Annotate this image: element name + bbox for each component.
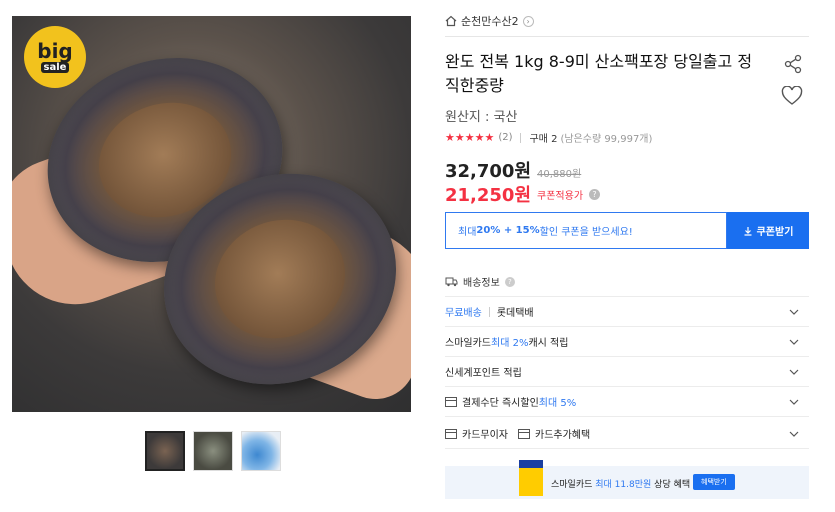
banner-text-prefix: 스마일카드: [551, 480, 596, 490]
shipping-row-delivery[interactable]: 무료배송 롯데택배: [445, 297, 809, 327]
card-installment-label: 카드무이자: [462, 430, 508, 441]
info-icon[interactable]: ?: [504, 276, 515, 287]
shipping-row-card-benefits[interactable]: 카드무이자 카드추가혜택: [445, 419, 809, 449]
thumbnail-2[interactable]: [193, 431, 233, 471]
card-icon: [445, 396, 457, 407]
chevron-down-icon: [789, 431, 799, 437]
payment-discount-rate: 최대 5%: [538, 398, 577, 409]
sale-price: 32,700원: [445, 161, 532, 182]
chevron-down-icon: [789, 309, 799, 315]
banner-benefit-button[interactable]: 혜택받기: [693, 474, 735, 490]
banner-text-suffix: 상당 혜택: [651, 480, 691, 490]
separator: [520, 132, 522, 143]
shipping-info-label: 배송정보: [463, 278, 500, 289]
coupon-price: 21,250원: [445, 185, 532, 206]
coupon-price-label: 쿠폰적용가: [537, 190, 584, 202]
purchase-count: 구매 2: [529, 134, 558, 145]
smilecard-label: 스마일카드: [445, 338, 491, 349]
store-name: 순천만수산2: [461, 15, 519, 28]
card-extra-benefit-label: 카드추가혜택: [535, 430, 591, 441]
origin-info: 원산지 : 국산: [445, 110, 518, 125]
chevron-down-icon: [789, 399, 799, 405]
get-coupon-label: 쿠폰받기: [756, 227, 794, 238]
free-shipping-label: 무료배송: [445, 308, 482, 319]
heart-icon[interactable]: [781, 86, 803, 106]
download-icon: [744, 226, 752, 236]
banner-text-blue: 최대 11.8만원: [595, 480, 652, 490]
price-row: 32,700원 40,880원: [445, 157, 581, 183]
remaining-stock: (남은수량 99,997개): [560, 134, 653, 145]
coupon-info-box: 최대 20% + 15% 할인 쿠폰을 받으세요!: [445, 212, 727, 249]
share-icon[interactable]: [783, 54, 803, 74]
thumbnail-3[interactable]: [241, 431, 281, 471]
coupon-price-row: 21,250원 쿠폰적용가 ?: [445, 181, 601, 207]
payment-discount-label: 결제수단 즉시할인: [462, 398, 539, 409]
divider: [445, 36, 809, 37]
coupon-text-suffix: 할인 쿠폰을 받으세요!: [539, 227, 633, 238]
info-icon[interactable]: ?: [589, 188, 601, 200]
shinsegae-label: 신세계포인트 적립: [445, 368, 522, 379]
coupon-text-bold: 20% + 15%: [476, 225, 540, 236]
product-title: 완도 전복 1kg 8-9미 산소팩포장 당일출고 정직한중량: [445, 52, 753, 95]
store-link[interactable]: 순천만수산2 ›: [445, 12, 534, 30]
original-price: 40,880원: [537, 169, 582, 180]
get-coupon-button[interactable]: 쿠폰받기: [727, 212, 809, 249]
rating-stars: ★★★★★: [445, 131, 495, 144]
badge-big-text: big: [37, 39, 73, 63]
badge-sale-text: sale: [40, 62, 70, 73]
truck-icon: [445, 277, 458, 286]
shipping-row-payment-discount[interactable]: 결제수단 즉시할인 최대 5%: [445, 387, 809, 417]
review-count[interactable]: (2): [498, 132, 512, 143]
card-icon: [518, 428, 530, 439]
smilecard-icon: [519, 460, 543, 496]
shipping-info-header: 배송정보 ?: [445, 267, 809, 297]
shipping-row-shinsegae[interactable]: 신세계포인트 적립: [445, 357, 809, 387]
smilecard-suffix: 캐시 적립: [528, 338, 569, 349]
chevron-down-icon: [789, 339, 799, 345]
banner-text: 스마일카드 최대 11.8만원 상당 혜택: [551, 477, 690, 490]
chevron-down-icon: [789, 369, 799, 375]
rating-row: ★★★★★ (2) 구매 2 (남은수량 99,997개): [445, 130, 652, 145]
home-icon: [445, 15, 457, 27]
card-icon: [445, 428, 457, 439]
separator: [488, 306, 490, 317]
smilecard-rate: 최대 2%: [491, 338, 529, 349]
smilecard-banner[interactable]: 스마일카드 최대 11.8만원 상당 혜택 혜택받기: [445, 460, 809, 499]
big-sale-badge: big sale: [24, 26, 86, 88]
thumbnail-1[interactable]: [145, 431, 185, 471]
chevron-right-icon: ›: [522, 15, 534, 27]
product-main-image: big sale: [12, 16, 411, 412]
courier-label: 롯데택배: [496, 308, 534, 319]
shipping-row-smilecard[interactable]: 스마일카드 최대 2% 캐시 적립: [445, 327, 809, 357]
thumbnail-list: [145, 431, 281, 471]
coupon-text-prefix: 최대: [458, 227, 477, 238]
